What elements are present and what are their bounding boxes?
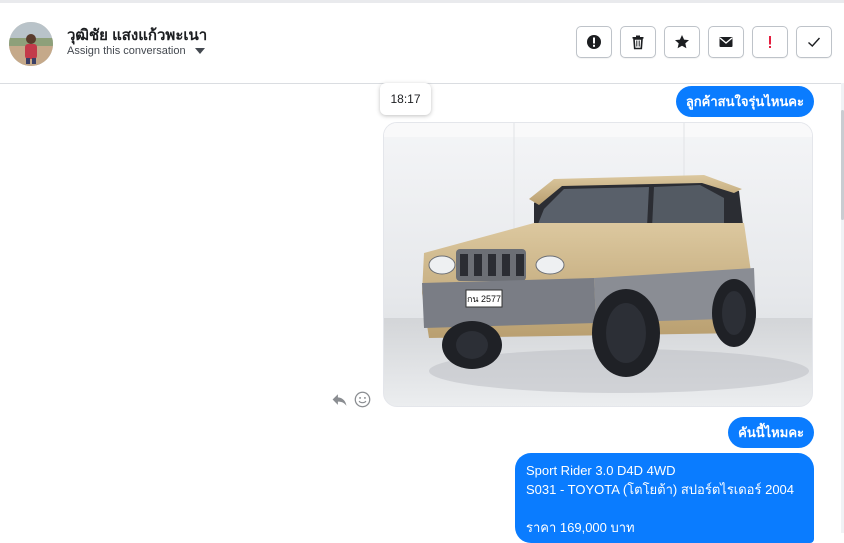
star-icon xyxy=(675,35,689,49)
car-price-line: ราคา 169,000 บาท xyxy=(526,520,635,535)
car-model-line: Sport Rider 3.0 D4D 4WD xyxy=(526,463,676,478)
message-bubble-this-one[interactable]: คันนี้ไหมคะ xyxy=(728,417,814,448)
timestamp-tooltip: 18:17 xyxy=(380,83,431,115)
flag-important-button[interactable] xyxy=(752,26,788,58)
exclamation-icon xyxy=(769,36,771,48)
check-icon xyxy=(808,37,821,47)
report-spam-button[interactable] xyxy=(576,26,612,58)
conversation-header: วุฒิชัย แสงแก้วพะเนา Assign this convers… xyxy=(0,3,844,84)
delete-button[interactable] xyxy=(620,26,656,58)
car-photo-attachment[interactable]: กน 2577 xyxy=(383,122,813,407)
assign-label: Assign this conversation xyxy=(67,45,186,57)
caret-down-icon xyxy=(194,48,205,54)
react-emoji-icon[interactable] xyxy=(354,391,371,413)
message-bubble-question[interactable]: ลูกค้าสนใจรุ่นไหนคะ xyxy=(675,86,814,117)
mark-done-button[interactable] xyxy=(796,26,832,58)
trash-icon xyxy=(632,35,644,50)
avatar[interactable] xyxy=(9,22,53,66)
car-stock-line: S031 - TOYOTA (โตโยต้า) สปอร์ตไรเดอร์ 20… xyxy=(526,482,795,497)
mark-unread-button[interactable] xyxy=(708,26,744,58)
reply-icon[interactable] xyxy=(331,391,348,413)
conversation-actions xyxy=(576,26,832,58)
message-bubble-car-details[interactable]: Sport Rider 3.0 D4D 4WD S031 - TOYOTA (โ… xyxy=(515,453,814,543)
envelope-icon xyxy=(719,37,733,47)
contact-name: วุฒิชัย แสงแก้วพะเนา xyxy=(67,27,208,44)
message-actions xyxy=(331,391,371,413)
alert-circle-icon xyxy=(587,35,601,49)
license-plate: กน 2577 xyxy=(467,294,501,304)
star-button[interactable] xyxy=(664,26,700,58)
assign-conversation-dropdown[interactable]: Assign this conversation xyxy=(67,45,205,57)
